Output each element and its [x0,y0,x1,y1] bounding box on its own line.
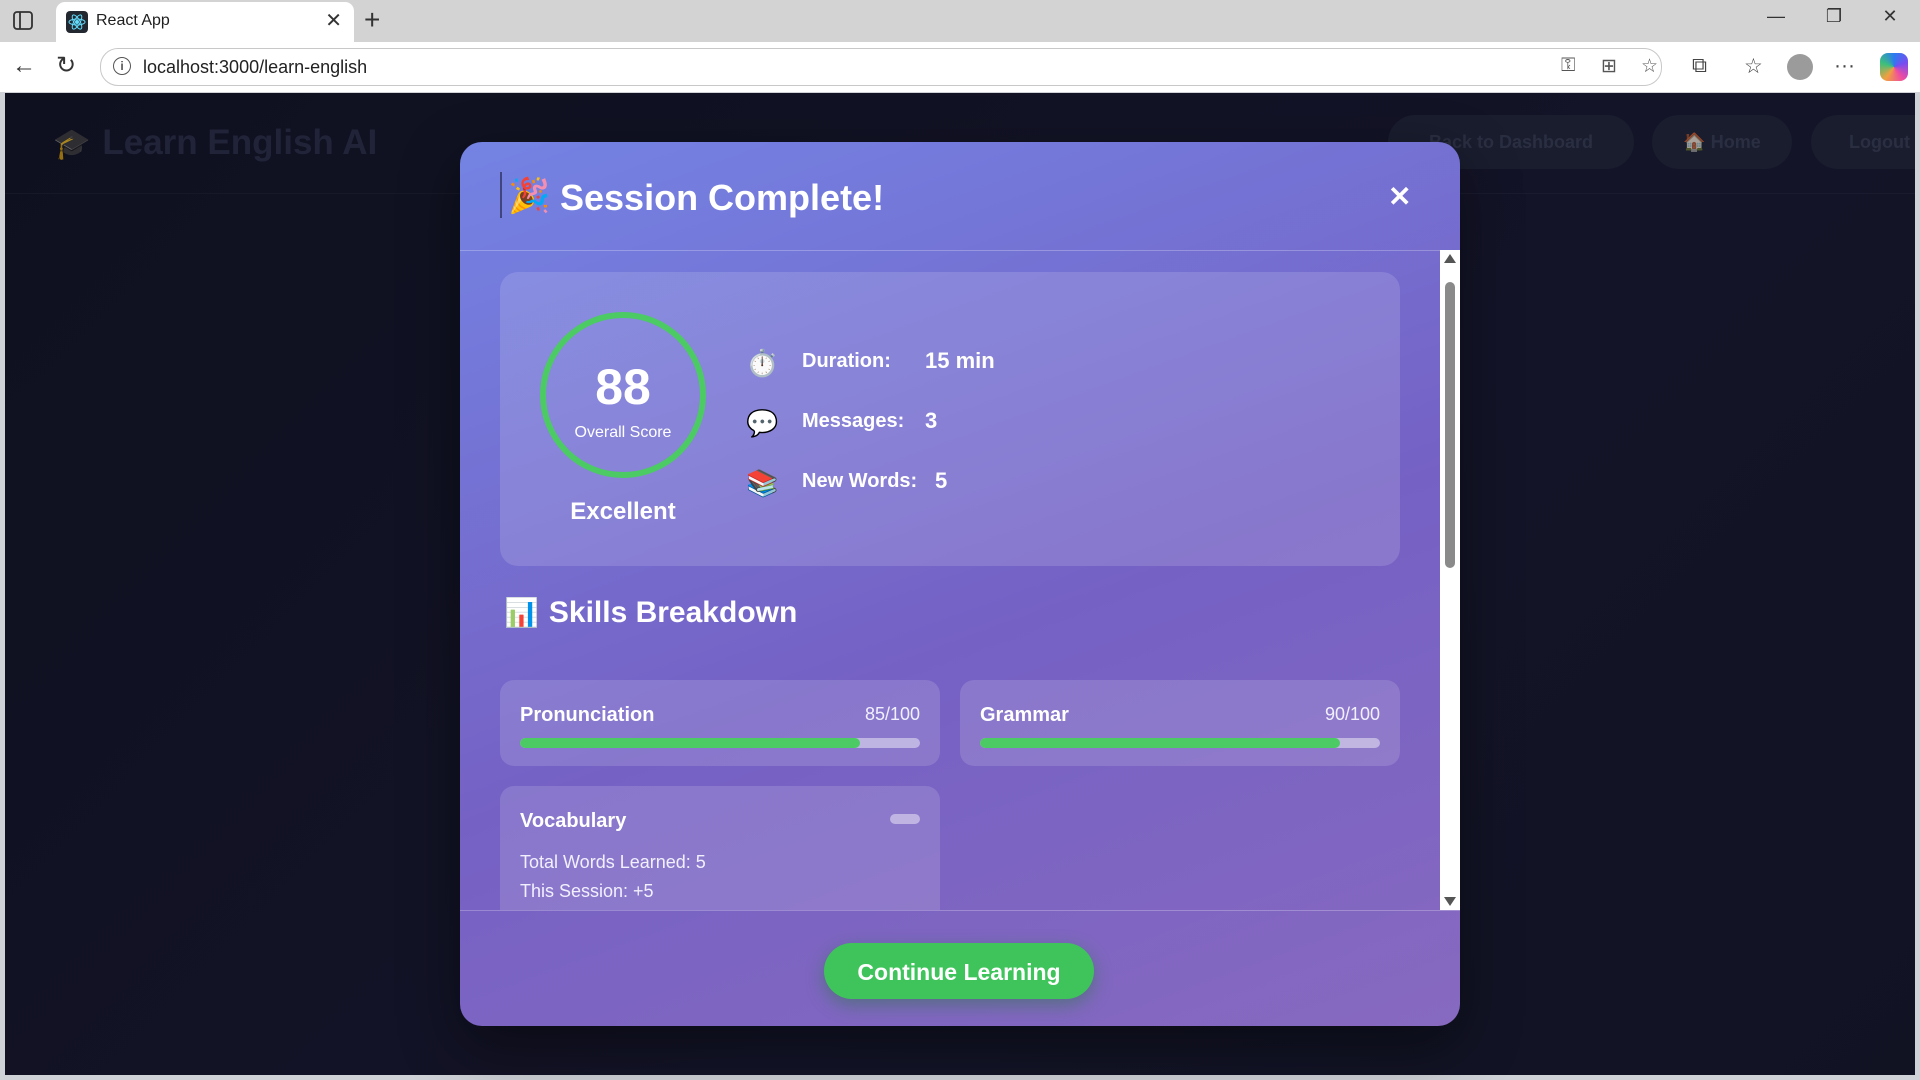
react-favicon-icon [66,11,88,33]
title-divider [500,172,502,218]
tab-actions-icon[interactable] [12,10,36,32]
score-summary-card: 88 Overall Score Excellent ⏱️ Duration: … [500,272,1400,566]
overall-score-label: Overall Score [574,424,672,441]
stat-label: Messages: [802,410,905,432]
score-rating: Excellent [570,498,676,525]
modal-footer: Continue Learning [460,910,1460,1026]
scrollbar-thumb[interactable] [1445,282,1455,568]
skill-progress-track [520,738,920,748]
stat-label: Duration: [802,350,891,372]
vocabulary-session: This Session: +5 [520,881,654,901]
address-bar[interactable]: i localhost:3000/learn-english ⚿ ⊞ ☆ [100,48,1662,86]
speech-bubble-icon: 💬 [746,408,779,438]
stat-value: 3 [925,408,938,433]
modal-scrollbar[interactable] [1440,250,1460,910]
stopwatch-icon: ⏱️ [746,348,779,378]
session-complete-modal: 🎉 Session Complete! ✕ 88 Overall Score E… [460,142,1460,1026]
skills-heading: 📊 Skills Breakdown [504,596,797,630]
skills-heading-text: Skills Breakdown [548,596,798,629]
modal-header: 🎉 Session Complete! ✕ [460,142,1460,251]
window-close-icon[interactable]: ✕ [1870,6,1910,27]
continue-learning-button[interactable]: Continue Learning [824,943,1094,999]
books-icon: 📚 [746,468,779,498]
skill-progress-fill [520,738,860,748]
stat-value: 5 [935,468,948,493]
restore-icon[interactable]: ❐ [1814,6,1854,27]
extensions-icon[interactable]: ⧉ [1692,54,1707,78]
key-icon[interactable]: ⚿ [1561,55,1575,77]
favorites-icon[interactable]: ☆ [1744,54,1763,79]
skill-score: 85/100 [864,704,920,724]
profile-avatar[interactable] [1787,54,1813,80]
stat-value: 15 min [925,348,995,373]
tab-close-icon[interactable]: ✕ [325,8,342,33]
new-tab-icon[interactable]: + [364,5,380,35]
skill-card-grammar: Grammar 90/100 [960,680,1400,766]
browser-tab-bar: React App ✕ + — ❐ ✕ [0,0,1920,42]
skill-card-vocabulary: Vocabulary Total Words Learned: 5 This S… [500,786,940,910]
skill-card-pronunciation: Pronunciation 85/100 [500,680,940,766]
stat-label: New Words: [802,470,918,492]
skill-progress-track [980,738,1380,748]
close-modal-button[interactable]: ✕ [1388,180,1411,213]
tab-title: React App [96,12,170,29]
score-ring: 88 Overall Score [540,312,706,478]
back-arrow-icon[interactable]: ← [12,52,36,80]
modal-scroll-area[interactable]: 88 Overall Score Excellent ⏱️ Duration: … [460,250,1460,910]
vocabulary-total: Total Words Learned: 5 [520,852,706,872]
more-menu-icon[interactable]: ··· [1834,54,1855,78]
reload-icon[interactable]: ↻ [56,52,76,80]
minimize-icon[interactable]: — [1756,6,1796,27]
browser-tab[interactable]: React App ✕ [56,2,354,42]
skill-score: 90/100 [1324,704,1380,724]
app-install-icon[interactable]: ⊞ [1601,55,1617,78]
skill-name: Grammar [980,704,1069,726]
party-popper-icon: 🎉 [508,177,551,215]
browser-toolbar: ← ↻ i localhost:3000/learn-english ⚿ ⊞ ☆… [0,42,1920,92]
skill-progress-fill [980,738,1340,748]
favorite-star-icon[interactable]: ☆ [1641,55,1658,78]
url-text[interactable]: localhost:3000/learn-english [143,57,367,78]
skill-name: Vocabulary [520,810,627,832]
scroll-down-icon[interactable] [1444,897,1456,906]
skill-name: Pronunciation [520,704,655,726]
copilot-icon[interactable] [1880,53,1908,81]
scroll-up-icon[interactable] [1444,254,1456,263]
site-info-icon[interactable]: i [113,57,131,75]
bar-chart-icon: 📊 [504,597,539,628]
vocabulary-badge [890,814,920,824]
overall-score-value: 88 [595,359,651,415]
modal-title: Session Complete! [560,177,885,218]
